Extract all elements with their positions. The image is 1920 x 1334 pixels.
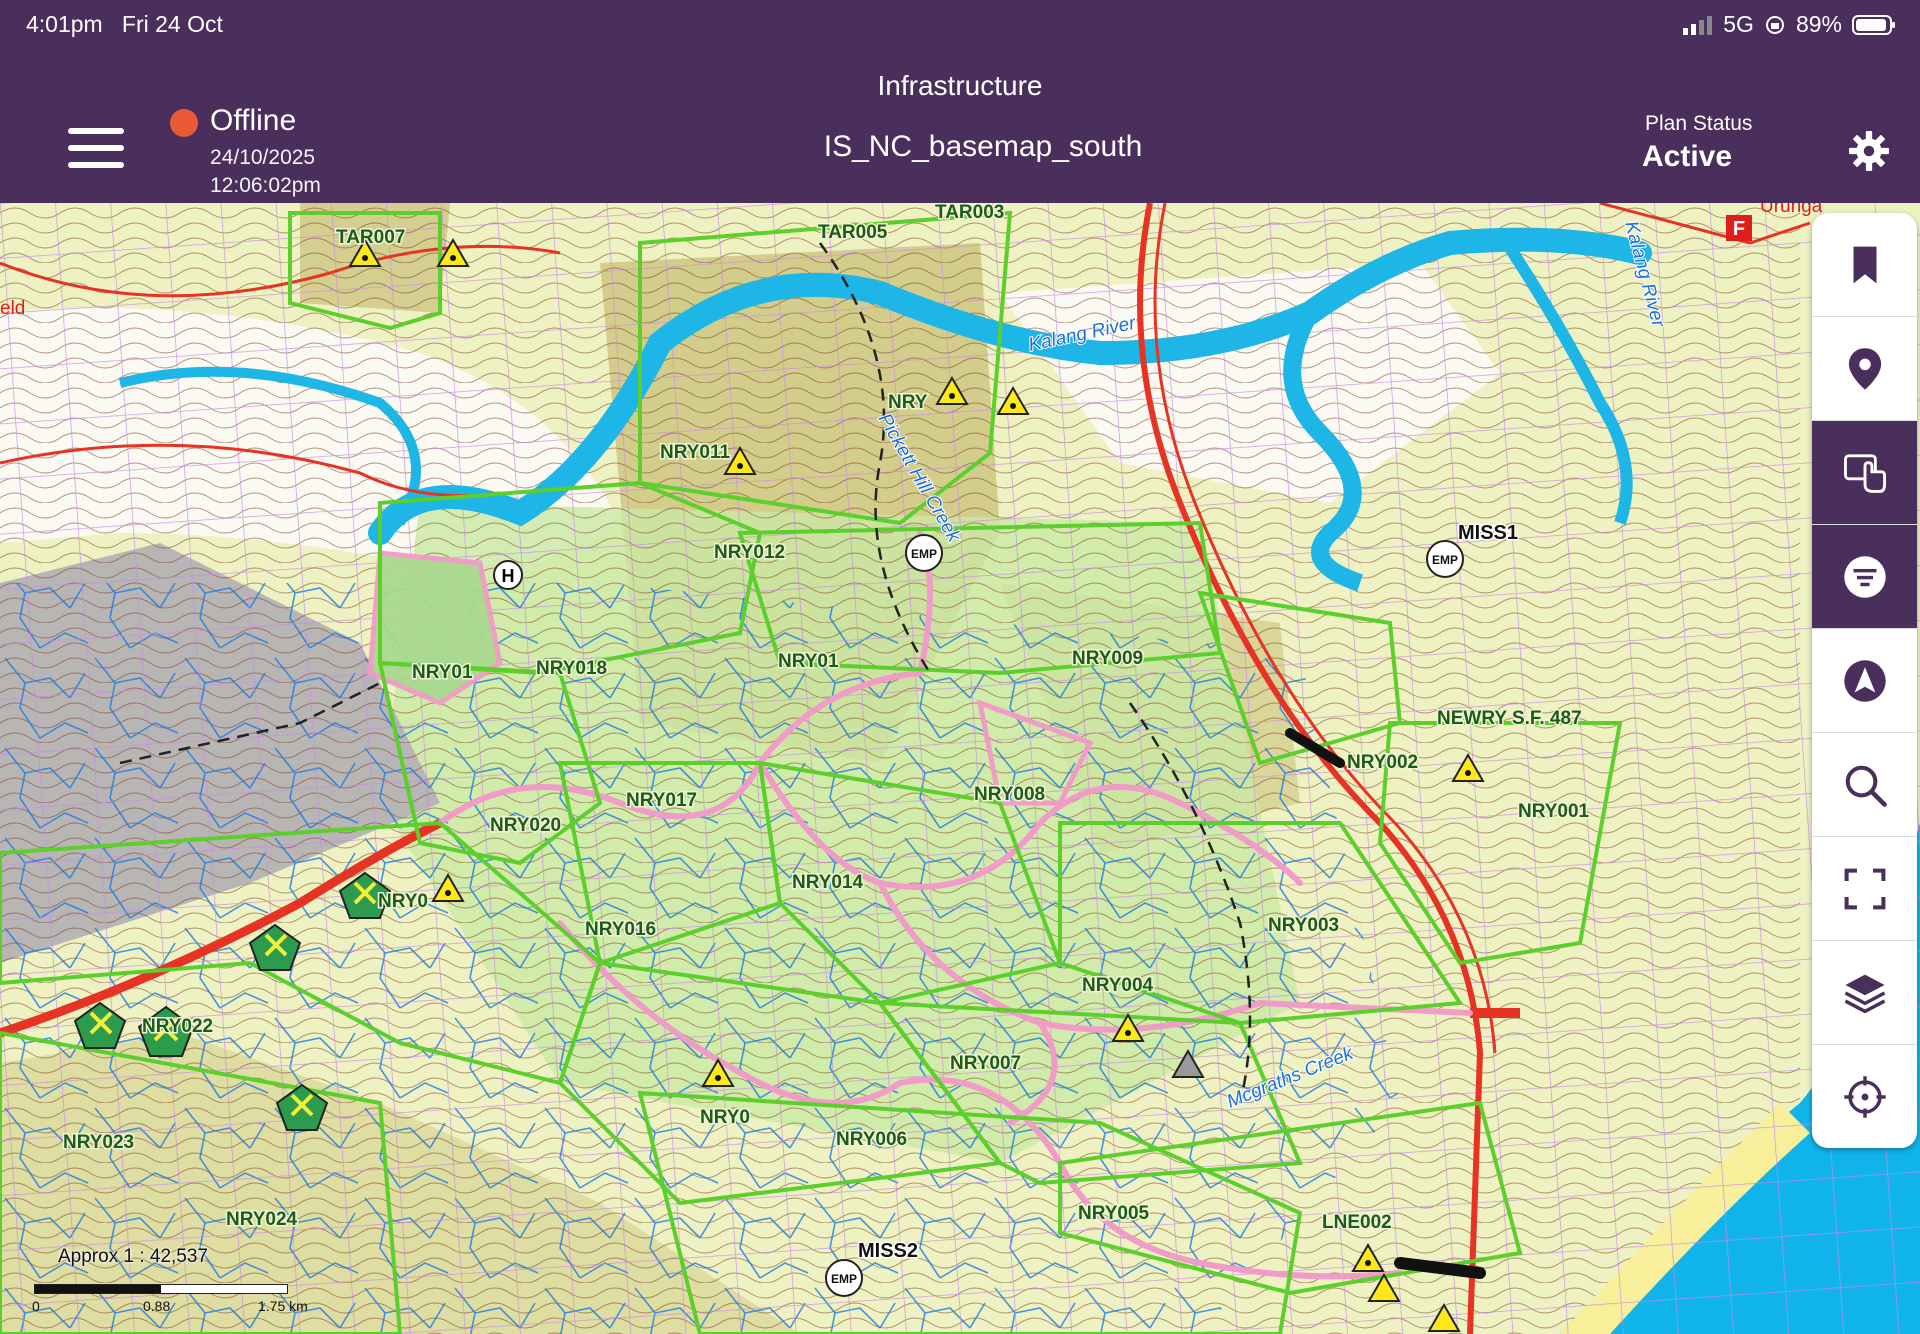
app-header: Offline 24/10/2025 12:06:02pm Infrastruc… [0, 50, 1920, 203]
filter-icon [1843, 555, 1886, 598]
map-label: NRY017 [626, 790, 697, 811]
emp-label: EMP [1432, 553, 1458, 567]
map-label: NRY020 [490, 815, 561, 836]
battery-icon [1852, 14, 1895, 35]
signal-icon [1683, 15, 1713, 35]
layers-button[interactable] [1812, 941, 1917, 1045]
map-toolbar [1812, 213, 1917, 1148]
orientation-lock-icon [1765, 15, 1784, 34]
scale-bar [34, 1284, 288, 1294]
sync-time: 12:06:02pm [210, 174, 321, 197]
emp-label: EMP [911, 547, 937, 561]
map-label: NRY01 [778, 651, 839, 672]
fullscreen-button[interactable] [1812, 837, 1917, 941]
map-label: NRY003 [1268, 915, 1339, 936]
map-label: MISS2 [858, 1240, 918, 1262]
crosshair-button[interactable] [1812, 1045, 1917, 1148]
map-label: TAR005 [818, 222, 888, 243]
map-label: NRY012 [714, 542, 785, 563]
map-label: NRY023 [63, 1132, 134, 1153]
layers-icon [1844, 974, 1885, 1013]
map-label: NRY024 [226, 1209, 298, 1230]
map-label: NRY01 [412, 662, 473, 683]
plan-status-value: Active [1642, 140, 1733, 173]
crosshair-icon [1843, 1075, 1886, 1118]
map-name: IS_NC_basemap_south [823, 130, 1143, 163]
emp-label: EMP [831, 1272, 857, 1286]
bookmark-button[interactable] [1812, 213, 1917, 317]
plan-status-label: Plan Status [1645, 112, 1753, 135]
map-label: NRY009 [1072, 648, 1143, 669]
map-label: NRY002 [1347, 752, 1418, 773]
fire-station-icon[interactable]: F [1726, 215, 1752, 241]
gear-icon[interactable] [1848, 130, 1890, 172]
map-label: NRY011 [660, 442, 730, 463]
search-icon [1845, 765, 1887, 807]
app-title: Infrastructure [877, 70, 1043, 101]
svg-text:F: F [1733, 218, 1745, 240]
scale-tick: 0 [32, 1298, 40, 1314]
scale-tick: 1.75 km [258, 1298, 308, 1314]
map-label: TAR003 [935, 203, 1004, 223]
network-type: 5G [1723, 11, 1754, 37]
map-label: NRY018 [536, 658, 607, 679]
filter-button[interactable] [1812, 525, 1917, 629]
navigation-arrow-icon [1843, 659, 1886, 702]
status-indicators: 5G 89% [1683, 11, 1896, 38]
helipad-icon[interactable]: H [493, 560, 523, 590]
fullscreen-icon [1844, 868, 1885, 909]
map-label: MISS1 [1458, 522, 1518, 544]
map-label: NRY014 [792, 872, 864, 893]
touch-select-button[interactable] [1812, 421, 1917, 525]
status-bar: 4:01pm Fri 24 Oct 5G 89% [0, 0, 1920, 50]
status-date: Fri 24 Oct [121, 11, 223, 37]
map-label: NRY [888, 392, 928, 413]
map-label: NRY007 [950, 1053, 1021, 1074]
location-pin-icon [1848, 347, 1881, 390]
location-pin-button[interactable] [1812, 317, 1917, 421]
map-label: NRY016 [585, 919, 656, 940]
navigation-button[interactable] [1812, 629, 1917, 733]
map-label: NRY022 [142, 1016, 213, 1037]
status-time-date: 4:01pm Fri 24 Oct [26, 11, 223, 38]
status-time: 4:01pm [26, 11, 103, 37]
touch-select-icon [1843, 453, 1886, 493]
map-label: NRY004 [1082, 975, 1154, 996]
map-label: NRY008 [974, 784, 1045, 805]
map-label: NRY0 [378, 891, 428, 912]
bookmark-icon [1853, 246, 1876, 283]
map-label: NRY0 [700, 1107, 750, 1128]
topographic-map[interactable]: H F TAR007 TAR005 TAR003 NRY NRY011 NRY0… [0, 203, 1920, 1334]
map-label: LNE002 [1322, 1212, 1392, 1233]
map-label: NRY006 [836, 1129, 907, 1150]
map-label: TAR007 [336, 227, 405, 248]
map-canvas[interactable]: H F TAR007 TAR005 TAR003 NRY NRY011 NRY0… [0, 203, 1920, 1334]
battery-percent: 89% [1795, 11, 1842, 37]
place-label: eld [0, 298, 25, 319]
scale-tick: 0.88 [143, 1298, 171, 1314]
scale-text: Approx 1 : 42,537 [58, 1246, 208, 1267]
map-label: NRY005 [1078, 1203, 1150, 1224]
search-button[interactable] [1812, 733, 1917, 837]
map-label: NRY001 [1518, 801, 1590, 822]
map-label: NEWRY S.F. 487 [1437, 708, 1582, 729]
svg-text:H: H [502, 566, 515, 586]
